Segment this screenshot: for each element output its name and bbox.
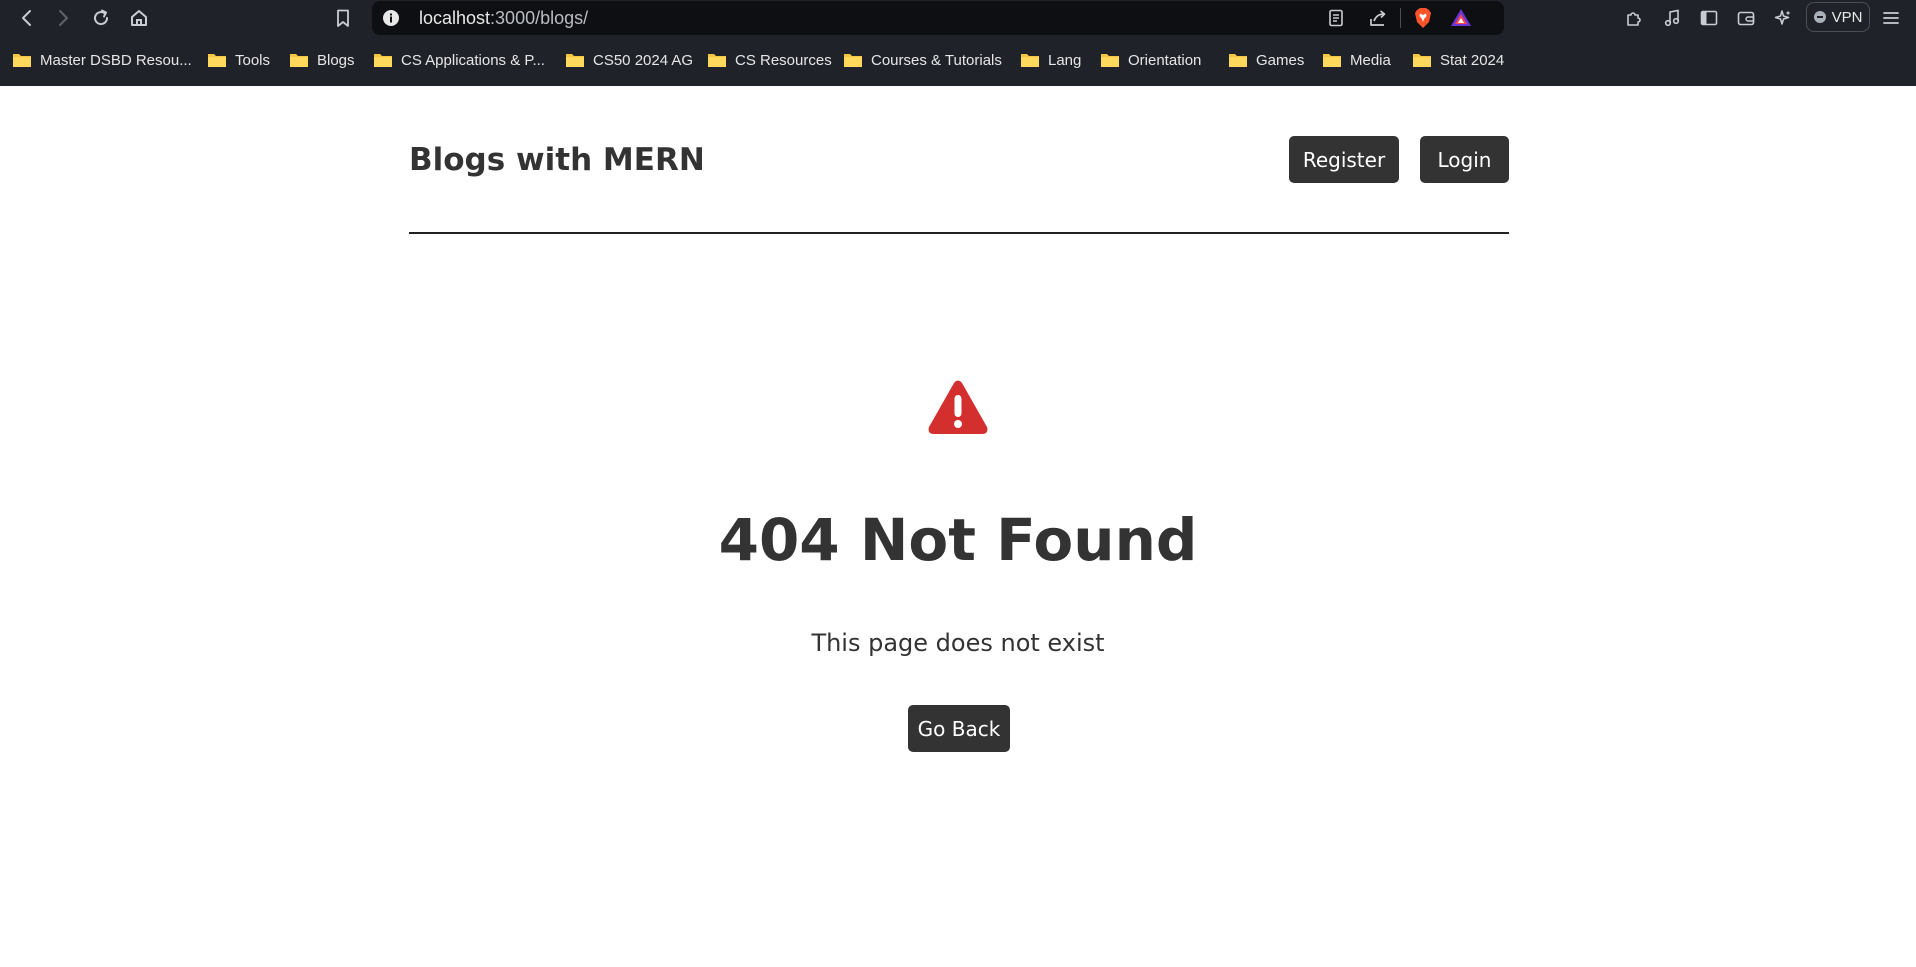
bookmark-label: Tools (235, 51, 271, 69)
folder-icon (843, 52, 863, 68)
folder-icon (1322, 52, 1342, 68)
wallet-icon[interactable] (1731, 3, 1761, 33)
bookmarks-bar: Master DSBD Resou... Tools Blogs CS Appl… (0, 46, 1916, 74)
vpn-status-icon (1813, 11, 1826, 23)
extensions-icon[interactable] (1619, 3, 1649, 33)
reader-mode-icon[interactable] (1325, 7, 1347, 29)
url-path: :3000/blogs/ (490, 8, 589, 28)
folder-icon (1412, 52, 1432, 68)
brave-shields-icon[interactable] (1412, 7, 1434, 29)
back-icon[interactable] (12, 3, 42, 33)
menu-icon[interactable] (1876, 3, 1906, 33)
folder-icon (1100, 52, 1120, 68)
folder-icon (207, 52, 227, 68)
site-title[interactable]: Blogs with MERN (409, 142, 705, 178)
bookmark-folder[interactable]: CS50 2024 AG (565, 46, 693, 74)
forward-icon[interactable] (48, 3, 78, 33)
bookmark-label: Orientation (1128, 51, 1202, 69)
bookmark-icon[interactable] (328, 3, 358, 33)
bookmark-label: Media (1350, 51, 1391, 69)
bookmark-folder[interactable]: Tools (207, 46, 270, 74)
share-icon[interactable] (1367, 7, 1389, 29)
folder-icon (373, 52, 393, 68)
url-text[interactable]: localhost:3000/blogs/ (419, 8, 588, 29)
bookmark-folder[interactable]: Blogs (289, 46, 355, 74)
bookmark-folder[interactable]: CS Resources (707, 46, 832, 74)
vpn-label: VPN (1831, 8, 1863, 26)
leo-ai-icon[interactable] (1768, 3, 1798, 33)
folder-icon (1228, 52, 1248, 68)
site-info-icon[interactable] (382, 9, 400, 27)
error-title: 404 Not Found (718, 506, 1198, 574)
bookmark-folder[interactable]: Master DSBD Resou... (12, 46, 192, 74)
login-button[interactable]: Login (1420, 136, 1509, 183)
bookmark-label: Master DSBD Resou... (40, 51, 192, 69)
home-icon[interactable] (124, 3, 154, 33)
warning-icon (927, 379, 989, 435)
folder-icon (12, 52, 32, 68)
media-icon[interactable] (1657, 3, 1687, 33)
bookmark-label: Games (1256, 51, 1305, 69)
bookmark-folder[interactable]: CS Applications & P... (373, 46, 545, 74)
vpn-button[interactable]: VPN (1806, 2, 1870, 32)
folder-icon (289, 52, 309, 68)
bookmark-folder[interactable]: Stat 2024 (1412, 46, 1504, 74)
bookmark-label: Stat 2024 (1440, 51, 1505, 69)
bookmark-label: CS50 2024 AG (593, 51, 694, 69)
url-separator (1400, 8, 1401, 28)
brave-rewards-icon[interactable] (1450, 7, 1472, 29)
folder-icon (707, 52, 727, 68)
browser-toolbar: localhost:3000/blogs/ VPN (0, 0, 1916, 36)
sidebar-icon[interactable] (1694, 3, 1724, 33)
bookmark-label: Courses & Tutorials (871, 51, 1002, 69)
browser-chrome: localhost:3000/blogs/ VPN Master DSBD Re… (0, 0, 1916, 86)
bookmark-folder[interactable]: Media (1322, 46, 1391, 74)
go-back-button[interactable]: Go Back (908, 705, 1010, 752)
site-header: Blogs with MERN Register Login (409, 136, 1509, 234)
bookmark-label: CS Applications & P... (401, 51, 545, 69)
folder-icon (565, 52, 585, 68)
error-message: This page does not exist (811, 629, 1105, 657)
bookmark-folder[interactable]: Orientation (1100, 46, 1201, 74)
url-host: localhost (419, 8, 491, 28)
folder-icon (1020, 52, 1040, 68)
bookmark-folder[interactable]: Games (1228, 46, 1304, 74)
register-button[interactable]: Register (1289, 136, 1399, 183)
bookmark-label: CS Resources (735, 51, 832, 69)
bookmark-label: Blogs (317, 51, 355, 69)
bookmark-label: Lang (1048, 51, 1082, 69)
bookmark-folder[interactable]: Courses & Tutorials (843, 46, 1002, 74)
reload-icon[interactable] (86, 3, 116, 33)
address-bar[interactable]: localhost:3000/blogs/ (372, 1, 1504, 35)
bookmark-folder[interactable]: Lang (1020, 46, 1081, 74)
